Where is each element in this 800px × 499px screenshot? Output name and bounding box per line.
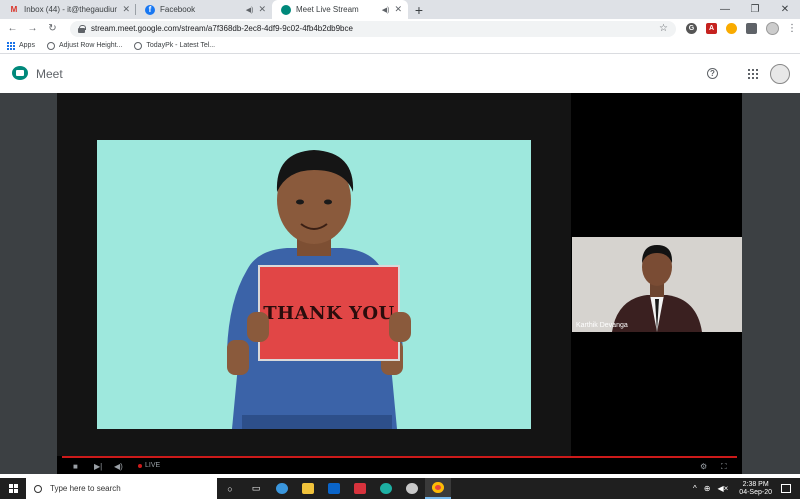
bookmarks-bar: Apps Adjust Row Height... TodayPk - Late… (0, 38, 800, 54)
live-indicator: LIVE (138, 462, 160, 469)
minimize-icon[interactable]: — (710, 0, 740, 19)
speaker-icon[interactable]: ◀) (382, 6, 390, 14)
participant-tile[interactable]: Karthik Devanga (572, 237, 742, 332)
gmail-icon: M (10, 5, 18, 14)
fullscreen-icon[interactable]: ⛶ (721, 462, 727, 472)
tab-title: Facebook (160, 5, 196, 14)
presenter-video-frame: THANK YOU (97, 140, 531, 429)
network-globe-icon[interactable]: ⊕ (704, 484, 711, 493)
kebab-menu-icon[interactable]: ⋮ (787, 23, 797, 34)
tab-strip: M Inbox (44) - it@thegaudium.com ✕ f Fac… (0, 0, 800, 19)
stage-left-margin (0, 93, 57, 474)
windows-logo-icon (8, 484, 18, 493)
globe-icon (46, 41, 55, 50)
window-controls: — ❐ ✕ (710, 0, 800, 19)
tab-gmail[interactable]: M Inbox (44) - it@thegaudium.com ✕ (0, 0, 136, 19)
meet-header: Meet ? (0, 55, 800, 93)
url-text[interactable]: stream.meet.google.com/stream/a7f368db-2… (91, 24, 659, 33)
tab-title: Meet Live Stream (296, 5, 359, 14)
profile-avatar[interactable] (766, 22, 779, 35)
search-icon (34, 484, 42, 493)
speaker-icon[interactable]: ◀) (246, 6, 254, 14)
close-icon[interactable]: ✕ (122, 4, 130, 15)
apps-grid-icon (7, 41, 15, 50)
meet-logo-icon[interactable] (12, 66, 30, 82)
skip-next-icon[interactable]: ▶| (94, 462, 102, 471)
bookmark-label: Apps (19, 42, 35, 49)
close-icon[interactable]: ✕ (258, 4, 266, 15)
edge-icon[interactable] (269, 478, 295, 499)
bookmark-star-icon[interactable]: ☆ (659, 23, 668, 34)
restore-icon[interactable]: ❐ (740, 0, 770, 19)
volume-icon[interactable]: ◀× (717, 484, 728, 493)
account-avatar[interactable] (770, 64, 790, 84)
sign-text: THANK YOU (263, 302, 395, 324)
meet-icon (281, 4, 291, 15)
progress-bar[interactable] (62, 456, 737, 458)
file-explorer-icon[interactable] (295, 478, 321, 499)
start-button[interactable] (0, 478, 26, 499)
reload-icon[interactable]: ↻ (46, 22, 59, 35)
outlook-icon[interactable] (321, 478, 347, 499)
bookmark-adjust-row-height[interactable]: Adjust Row Height... (46, 41, 123, 50)
windows-taskbar: Type here to search ○ ▭ ^ ⊕ ◀× 2:38 PM 0… (0, 478, 800, 499)
anydesk-icon[interactable] (347, 478, 373, 499)
settings-gear-icon[interactable]: ⚙ (700, 462, 707, 471)
stop-icon[interactable]: ■ (73, 462, 78, 471)
puzzle-icon[interactable] (746, 23, 757, 34)
close-window-icon[interactable]: ✕ (770, 0, 800, 19)
chevron-up-icon[interactable]: ^ (693, 484, 697, 493)
extension-icons: G A ⋮ (686, 22, 797, 35)
tab-title: Inbox (44) - it@thegaudium.com (24, 5, 117, 14)
bookmark-apps[interactable]: Apps (7, 41, 35, 50)
lock-icon[interactable] (78, 25, 86, 33)
chrome-icon[interactable] (425, 478, 451, 499)
help-icon[interactable]: ? (707, 68, 718, 79)
notification-icon[interactable] (781, 484, 791, 493)
live-label: LIVE (145, 462, 161, 469)
paint-icon[interactable] (399, 478, 425, 499)
tab-facebook[interactable]: f Facebook ◀) ✕ (136, 0, 272, 19)
edge-chromium-icon[interactable] (373, 478, 399, 499)
bookmark-todaypk[interactable]: TodayPk - Latest Tel... (134, 41, 216, 50)
participant-name: Karthik Devanga (576, 322, 628, 329)
volume-icon[interactable]: ◀) (114, 462, 123, 471)
video-stage: THANK YOU Karthik Devanga ■ ▶| ◀) LIVE ⚙… (57, 93, 742, 474)
globe-icon (134, 41, 143, 50)
task-view-icon[interactable]: ▭ (243, 478, 269, 499)
facebook-icon: f (145, 4, 155, 15)
participant-video-image (572, 237, 742, 332)
system-tray: ^ ⊕ ◀× 2:38 PM 04-Sep-20 (693, 478, 800, 499)
thank-you-sign: THANK YOU (258, 265, 400, 361)
search-placeholder: Type here to search (50, 484, 121, 493)
taskbar-search[interactable]: Type here to search (26, 478, 217, 499)
bookmark-label: Adjust Row Height... (58, 42, 123, 49)
lightbulb-icon[interactable] (726, 23, 737, 34)
clock-time: 2:38 PM (742, 480, 769, 488)
meet-app-name[interactable]: Meet (36, 67, 63, 81)
main-video[interactable]: THANK YOU (57, 93, 571, 456)
bookmark-label: TodayPk - Latest Tel... (146, 42, 216, 49)
browser-toolbar: ← → ↻ stream.meet.google.com/stream/a7f3… (0, 19, 800, 38)
grammarly-icon[interactable]: G (686, 23, 697, 34)
address-bar[interactable]: stream.meet.google.com/stream/a7f368db-2… (70, 20, 676, 37)
forward-icon[interactable]: → (26, 22, 39, 35)
pdf-extension-icon[interactable]: A (706, 23, 717, 34)
player-controls: ■ ▶| ◀) LIVE ⚙ ⛶ (57, 455, 742, 474)
clock-date: 04-Sep-20 (739, 488, 772, 496)
google-apps-icon[interactable] (748, 69, 758, 79)
clock[interactable]: 2:38 PM 04-Sep-20 (739, 481, 772, 497)
stage-right-margin (742, 93, 800, 474)
new-tab-button[interactable]: + (410, 0, 428, 19)
cortana-icon[interactable]: ○ (217, 478, 243, 499)
tab-meet-live-stream[interactable]: Meet Live Stream ◀) ✕ (272, 0, 408, 19)
close-icon[interactable]: ✕ (394, 4, 402, 15)
back-icon[interactable]: ← (6, 22, 19, 35)
live-dot-icon (138, 463, 142, 468)
